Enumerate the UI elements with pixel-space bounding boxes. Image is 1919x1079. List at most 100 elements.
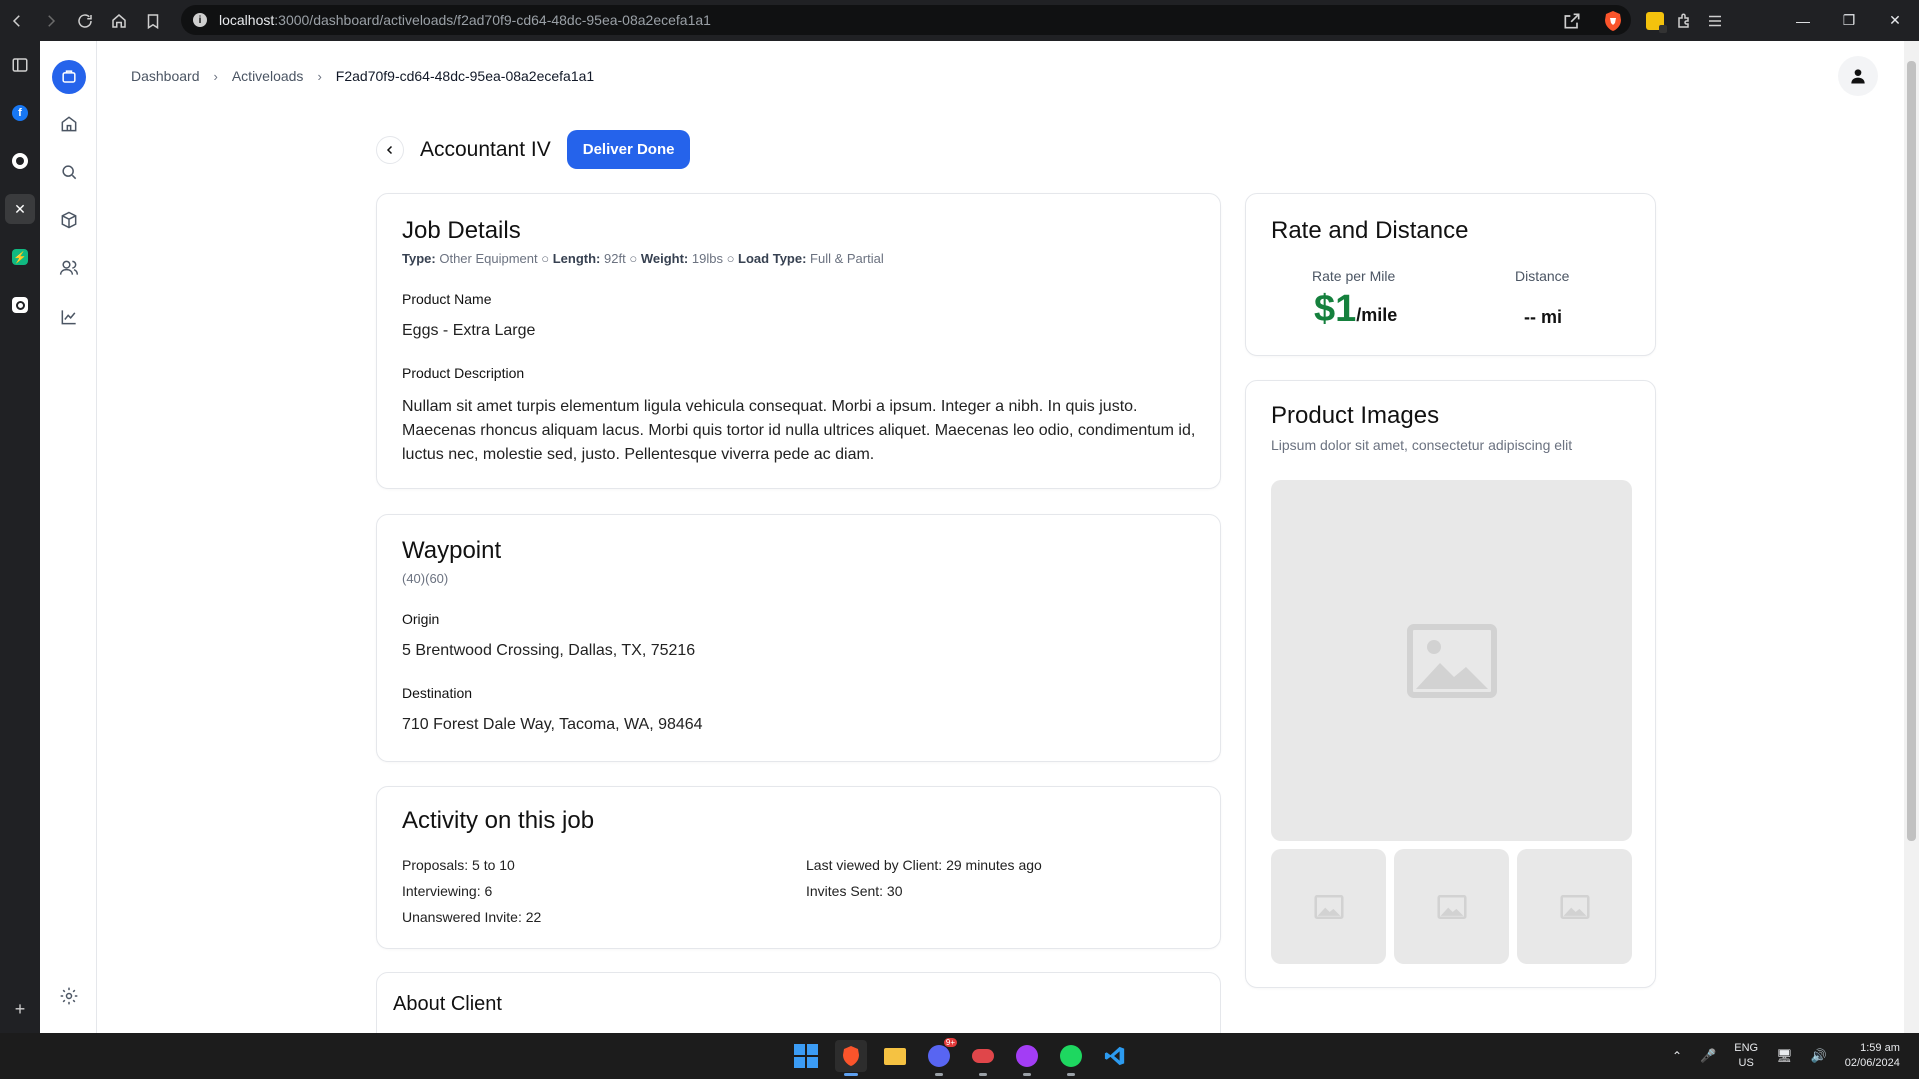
product-images-subtitle: Lipsum dolor sit amet, consectetur adipi… — [1271, 437, 1573, 453]
region-code: US — [1738, 1057, 1754, 1069]
share-icon[interactable] — [1562, 11, 1582, 31]
browser-side-panel: f ✕ ⚡ + — [0, 41, 40, 1033]
analytics-chart-icon[interactable] — [52, 300, 86, 334]
product-thumbnail-2[interactable] — [1394, 849, 1509, 964]
product-name: Eggs - Extra Large — [402, 322, 536, 339]
volume-icon[interactable]: 🔊 — [1811, 1048, 1827, 1064]
origin-label: Origin — [402, 611, 440, 627]
about-client-heading: About Client — [393, 993, 502, 1015]
bolt-app-icon[interactable]: ⚡ — [0, 233, 40, 281]
close-window-icon[interactable]: ✕ — [1872, 12, 1918, 29]
breadcrumb-activeloads[interactable]: Activeloads — [232, 68, 304, 84]
settings-gear-icon[interactable] — [52, 979, 86, 1013]
github-icon[interactable] — [0, 137, 40, 185]
windows-start-icon[interactable] — [790, 1040, 822, 1072]
language-indicator[interactable]: ENG US — [1734, 1041, 1758, 1071]
game-controller-icon[interactable] — [967, 1040, 999, 1076]
breadcrumb-current: F2ad70f9-cd64-48dc-95ea-08a2ecefa1a1 — [335, 68, 595, 84]
facebook-icon[interactable]: f — [0, 89, 40, 137]
app-logo-icon[interactable] — [52, 60, 86, 94]
chatgpt-icon[interactable] — [0, 281, 40, 329]
scrollbar-thumb[interactable] — [1907, 61, 1916, 841]
back-button[interactable] — [376, 135, 404, 164]
product-description-label: Product Description — [402, 365, 525, 381]
about-client-card: About Client — [376, 972, 1221, 1033]
product-description: Nullam sit amet turpis elementum ligula … — [402, 398, 1196, 463]
clock-time: 1:59 am — [1860, 1042, 1900, 1054]
file-explorer-icon[interactable] — [879, 1040, 911, 1072]
meta-separator: ○ — [726, 251, 735, 266]
brave-taskbar-icon[interactable] — [835, 1040, 867, 1076]
x-twitter-icon[interactable]: ✕ — [0, 185, 40, 233]
url-host: localhost — [219, 12, 275, 28]
sidebar-toggle-icon[interactable] — [0, 41, 40, 89]
image-placeholder-icon — [1406, 623, 1497, 698]
home-icon[interactable] — [52, 107, 86, 141]
type-label: Type: — [402, 251, 436, 266]
interviewing-stat: Interviewing: 6 — [402, 883, 493, 899]
waypoint-card: Waypoint (40)(60) Origin 5 Brentwood Cro… — [376, 514, 1221, 762]
user-icon — [1851, 69, 1865, 84]
forward-nav-icon[interactable] — [34, 0, 68, 41]
clock[interactable]: 1:59 am 02/06/2024 — [1845, 1041, 1900, 1071]
brave-shield-icon[interactable] — [1603, 10, 1623, 32]
job-details-heading: Job Details — [402, 217, 521, 244]
rate-display: $1 /mile — [1314, 288, 1397, 331]
extension-wallet-icon[interactable] — [1646, 11, 1667, 33]
user-avatar[interactable] — [1838, 56, 1878, 96]
bookmark-icon[interactable] — [136, 0, 170, 41]
spotify-icon[interactable] — [1055, 1040, 1087, 1076]
rate-label: Rate per Mile — [1312, 268, 1396, 284]
activity-heading: Activity on this job — [402, 807, 595, 834]
add-panel-icon[interactable]: + — [0, 985, 40, 1033]
vscode-icon[interactable] — [1099, 1040, 1131, 1072]
length-label: Length: — [552, 251, 601, 266]
meta-separator: ○ — [629, 251, 638, 266]
menu-icon[interactable] — [1706, 12, 1724, 30]
main-product-image[interactable] — [1271, 480, 1632, 841]
product-images-heading: Product Images — [1271, 402, 1440, 429]
job-details-card: Job Details Type: Other Equipment ○ Leng… — [376, 193, 1221, 489]
rate-value: $1 — [1314, 288, 1357, 330]
job-meta: Type: Other Equipment ○ Length: 92ft ○ W… — [402, 251, 884, 266]
users-icon[interactable] — [52, 251, 86, 285]
product-name-label: Product Name — [402, 291, 492, 307]
last-viewed-stat: Last viewed by Client: 29 minutes ago — [806, 857, 1042, 873]
os-taskbar: 9+ ⌃ 🎤 ENG US 🖥 🔊 1:59 am 02/06/2024 — [0, 1033, 1919, 1079]
destination-label: Destination — [402, 685, 473, 701]
product-thumbnail-1[interactable] — [1271, 849, 1386, 964]
messenger-icon[interactable] — [1011, 1040, 1043, 1076]
activity-card: Activity on this job Proposals: 5 to 10 … — [376, 786, 1221, 949]
rate-unit: /mile — [1356, 305, 1398, 325]
restore-icon[interactable]: ❐ — [1826, 12, 1872, 29]
back-nav-icon[interactable] — [0, 0, 34, 41]
reload-icon[interactable] — [68, 0, 102, 41]
page-scrollbar[interactable] — [1904, 41, 1919, 1033]
browser-toolbar: i localhost:3000/dashboard/activeloads/f… — [0, 0, 1919, 41]
url-path: :3000/dashboard/activeloads/f2ad70f9-cd6… — [274, 12, 711, 28]
invites-sent-stat: Invites Sent: 30 — [806, 883, 903, 899]
site-info-icon[interactable]: i — [193, 13, 207, 27]
product-thumbnail-3[interactable] — [1517, 849, 1632, 964]
tray-chevron-up-icon[interactable]: ⌃ — [1672, 1049, 1682, 1063]
address-bar[interactable]: i localhost:3000/dashboard/activeloads/f… — [181, 5, 1631, 35]
weight-label: Weight: — [640, 251, 689, 266]
breadcrumb: Dashboard › Activeloads › F2ad70f9-cd64-… — [131, 68, 594, 84]
search-icon[interactable] — [52, 155, 86, 189]
clock-date: 02/06/2024 — [1844, 1057, 1900, 1069]
deliver-done-button[interactable]: Deliver Done — [566, 130, 691, 169]
waypoint-heading: Waypoint — [402, 537, 502, 564]
package-icon[interactable] — [52, 203, 86, 237]
microphone-icon[interactable]: 🎤 — [1700, 1048, 1716, 1064]
distance-label: Distance — [1515, 268, 1570, 284]
page-title: Accountant IV — [420, 137, 551, 161]
breadcrumb-dashboard[interactable]: Dashboard — [131, 68, 200, 84]
extensions-puzzle-icon[interactable] — [1676, 12, 1694, 30]
rate-distance-heading: Rate and Distance — [1271, 217, 1469, 244]
home-nav-icon[interactable] — [102, 0, 136, 41]
image-placeholder-icon — [1436, 894, 1467, 919]
app-sidebar — [40, 41, 97, 1033]
discord-icon[interactable]: 9+ — [923, 1038, 957, 1076]
network-icon[interactable]: 🖥 — [1776, 1048, 1793, 1064]
minimize-icon[interactable]: — — [1780, 13, 1826, 29]
